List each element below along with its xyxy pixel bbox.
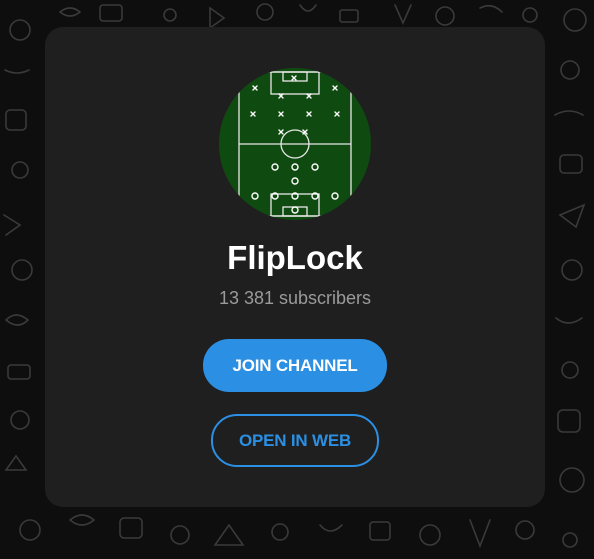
subscriber-count: 13 381 subscribers (218, 288, 372, 308)
channel-card: FlipLock 13 381 subscribers JOIN CHANNEL… (45, 27, 545, 507)
football-pitch-icon (219, 68, 371, 220)
channel-avatar (219, 68, 371, 220)
channel-title: FlipLock (227, 239, 363, 276)
join-channel-button[interactable]: JOIN CHANNEL (203, 339, 387, 392)
open-in-web-button[interactable]: OPEN IN WEB (211, 414, 379, 467)
